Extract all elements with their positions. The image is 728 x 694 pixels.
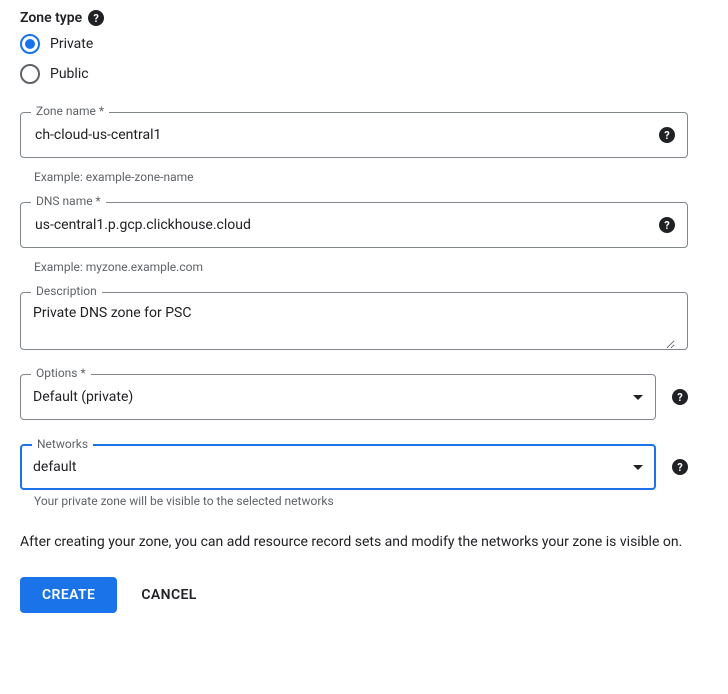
cancel-button[interactable]: CANCEL [141, 577, 196, 613]
radio-public[interactable]: Public [20, 64, 708, 84]
button-row: CREATE CANCEL [20, 577, 708, 613]
zone-name-hint: Example: example-zone-name [20, 166, 688, 184]
help-icon[interactable]: ? [88, 10, 104, 26]
networks-label: Networks [32, 437, 93, 451]
create-button[interactable]: CREATE [20, 577, 117, 613]
dns-name-box[interactable]: DNS name * ? [20, 202, 688, 248]
options-row: Options * Default (private) ? [20, 374, 688, 420]
help-icon[interactable]: ? [659, 217, 675, 233]
networks-select[interactable]: Networks default [20, 444, 656, 490]
description-box[interactable]: Description [20, 292, 688, 350]
radio-icon [20, 64, 40, 84]
zone-name-box[interactable]: Zone name * ? [20, 112, 688, 158]
chevron-down-icon [633, 465, 643, 470]
help-icon[interactable]: ? [659, 127, 675, 143]
dns-name-label: DNS name * [31, 194, 106, 208]
radio-public-label: Public [50, 66, 89, 82]
help-icon[interactable]: ? [672, 389, 688, 405]
zone-name-input[interactable] [33, 126, 647, 144]
radio-private-label: Private [50, 36, 93, 52]
chevron-down-icon [633, 395, 643, 400]
zone-type-label: Zone type [20, 10, 82, 26]
dns-name-field: DNS name * ? [20, 202, 708, 248]
zone-name-field: Zone name * ? [20, 112, 708, 158]
networks-hint: Your private zone will be visible to the… [20, 490, 688, 508]
dns-name-hint: Example: myzone.example.com [20, 256, 688, 274]
help-icon[interactable]: ? [672, 459, 688, 475]
description-label: Description [31, 284, 102, 298]
dns-name-input[interactable] [33, 216, 647, 234]
options-value: Default (private) [33, 389, 633, 405]
networks-row: Networks default ? [20, 444, 688, 490]
info-note: After creating your zone, you can add re… [20, 532, 688, 553]
description-field: Description [20, 292, 708, 350]
radio-private[interactable]: Private [20, 34, 708, 54]
options-select[interactable]: Options * Default (private) [20, 374, 656, 420]
zone-type-radio-group: Private Public [20, 34, 708, 84]
description-input[interactable] [33, 293, 675, 349]
zone-type-header: Zone type ? [20, 10, 708, 26]
options-label: Options * [31, 366, 91, 380]
radio-icon [20, 34, 40, 54]
networks-value: default [33, 459, 633, 475]
zone-name-label: Zone name * [31, 104, 109, 118]
